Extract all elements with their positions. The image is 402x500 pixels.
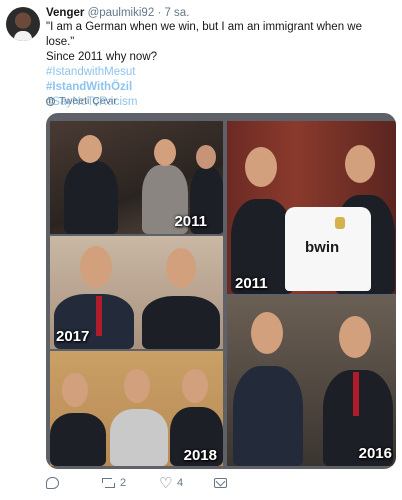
year-label: 2016 [358,445,392,462]
reply-icon [46,477,59,489]
tweet-header: Venger @paulmiki92 · 7 sa. [46,6,189,20]
person-figure [233,366,303,466]
author-name[interactable]: Venger [46,7,84,19]
reply-button[interactable] [46,474,64,492]
tweet-text-line: Since 2011 why now? [46,51,158,63]
like-button[interactable]: 4 [159,474,184,492]
photo-2011-jersey[interactable]: bwin 2011 [227,121,396,294]
jersey-sponsor-text: bwin [305,239,340,256]
tweet-time[interactable]: 7 sa. [164,7,189,19]
hashtag-link[interactable]: #IstandWithÖzil [46,80,386,95]
globe-icon [46,96,55,106]
person-head [182,369,208,403]
retweet-icon [102,477,115,489]
person-head [251,312,283,354]
real-madrid-jersey: bwin [285,207,371,291]
year-label: 2011 [235,275,268,292]
person-head [339,316,371,358]
tweet-card[interactable]: Venger @paulmiki92 · 7 sa. "I am a Germa… [0,0,402,500]
separator-dot: · [157,7,162,19]
red-tie [353,372,359,416]
heart-icon [159,474,172,492]
person-figure [64,161,118,234]
person-head [62,373,88,407]
tweet-media[interactable]: 2011 bwin 2011 2017 2016 2018 [46,113,396,469]
year-label: 2017 [56,328,90,345]
year-label: 2018 [183,447,217,464]
person-head [196,145,216,169]
photo-2016[interactable]: 2016 [227,296,396,466]
retweet-count: 2 [120,477,127,489]
person-head [166,248,196,288]
person-head [124,369,150,403]
person-head [154,139,176,166]
direct-message-button[interactable] [214,474,227,492]
person-figure [50,413,106,466]
author-handle[interactable]: @paulmiki92 [88,7,155,19]
person-head [245,147,277,187]
photo-2018[interactable]: 2018 [50,351,223,466]
year-label: 2011 [174,213,207,230]
hashtag-link[interactable]: #IstandwithMesut [46,65,386,80]
person-head [78,135,102,163]
retweet-button[interactable]: 2 [102,474,126,492]
translate-label: Tweeti Çevir [59,95,117,107]
person-head [80,246,112,288]
envelope-icon [214,478,227,488]
person-head [345,145,375,183]
person-figure [110,409,168,466]
person-figure [142,296,220,349]
tweet-text-line: "I am a German when we win, but I am an … [46,21,362,48]
photo-2011-handshake[interactable]: 2011 [50,121,223,234]
club-crest-icon [335,217,345,229]
photo-2017[interactable]: 2017 [50,236,223,349]
translate-tweet-link[interactable]: Tweeti Çevir [46,95,117,107]
avatar[interactable] [6,7,40,41]
like-count: 4 [177,477,184,489]
red-tie [96,296,102,336]
tweet-actions: 2 4 [46,474,386,492]
